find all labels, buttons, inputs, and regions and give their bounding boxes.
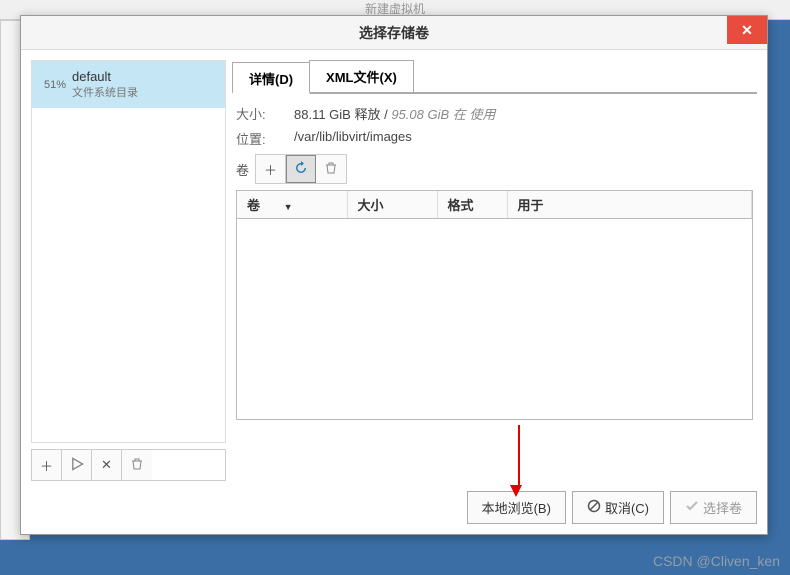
plus-icon: ＋ (40, 456, 53, 475)
trash-icon (324, 161, 338, 178)
watermark: CSDN @Cliven_ken (653, 553, 780, 569)
pool-name: default (72, 69, 138, 84)
size-label: 大小: (236, 104, 284, 123)
location-value: /var/lib/libvirt/images (294, 129, 412, 148)
browse-local-button[interactable]: 本地浏览(B) (467, 491, 566, 524)
stop-pool-button[interactable]: ✕ (92, 450, 122, 480)
dialog-titlebar: 选择存储卷 ✕ (21, 16, 767, 50)
choose-volume-button[interactable]: 选择卷 (670, 491, 757, 524)
pool-toolbar: ＋ ✕ (31, 449, 226, 481)
tab-xml[interactable]: XML文件(X) (309, 60, 414, 92)
volume-table: 卷 ▼ 大小 格式 用于 (237, 191, 752, 219)
col-size[interactable]: 大小 (347, 191, 437, 219)
volume-table-container[interactable]: 卷 ▼ 大小 格式 用于 (236, 190, 753, 420)
pool-details: 大小: 88.11 GiB 释放 / 95.08 GiB 在 使用 位置: /v… (232, 94, 757, 424)
col-volume[interactable]: 卷 ▼ (237, 191, 347, 219)
volume-label: 卷 (236, 160, 249, 179)
dialog-button-row: 本地浏览(B) 取消(C) 选择卷 (31, 481, 757, 524)
check-icon (685, 499, 699, 516)
choose-label: 选择卷 (703, 498, 742, 517)
start-pool-button[interactable] (62, 450, 92, 480)
pool-usage-percent: 51% (38, 79, 66, 91)
col-format[interactable]: 格式 (437, 191, 507, 219)
cancel-button[interactable]: 取消(C) (572, 491, 664, 524)
storage-volume-dialog: 选择存储卷 ✕ 51% default 文件系统目录 (20, 15, 768, 535)
refresh-volumes-button[interactable] (286, 155, 316, 183)
storage-pool-item-default[interactable]: 51% default 文件系统目录 (32, 61, 225, 108)
storage-pool-list[interactable]: 51% default 文件系统目录 (31, 60, 226, 443)
delete-pool-button[interactable] (122, 450, 152, 480)
sort-desc-icon: ▼ (284, 202, 293, 212)
refresh-icon (294, 161, 308, 178)
size-used: 95.08 GiB 在 使用 (391, 107, 495, 122)
size-free: 88.11 GiB 释放 / (294, 107, 388, 122)
plus-icon: ＋ (264, 160, 277, 179)
col-used[interactable]: 用于 (507, 191, 752, 219)
add-pool-button[interactable]: ＋ (32, 450, 62, 480)
location-label: 位置: (236, 129, 284, 148)
pool-subtitle: 文件系统目录 (72, 84, 138, 100)
add-volume-button[interactable]: ＋ (256, 155, 286, 183)
dialog-title: 选择存储卷 (359, 23, 429, 43)
trash-icon (130, 457, 144, 474)
cancel-icon (587, 499, 601, 516)
tab-details[interactable]: 详情(D) (232, 62, 310, 94)
cancel-label: 取消(C) (605, 498, 649, 517)
tab-bar: 详情(D) XML文件(X) (232, 60, 757, 94)
close-icon: ✕ (741, 22, 753, 39)
parent-window-title: 新建虚拟机 (365, 2, 425, 16)
play-icon (70, 457, 84, 474)
close-button[interactable]: ✕ (727, 16, 767, 44)
x-icon: ✕ (101, 457, 112, 473)
delete-volume-button[interactable] (316, 155, 346, 183)
